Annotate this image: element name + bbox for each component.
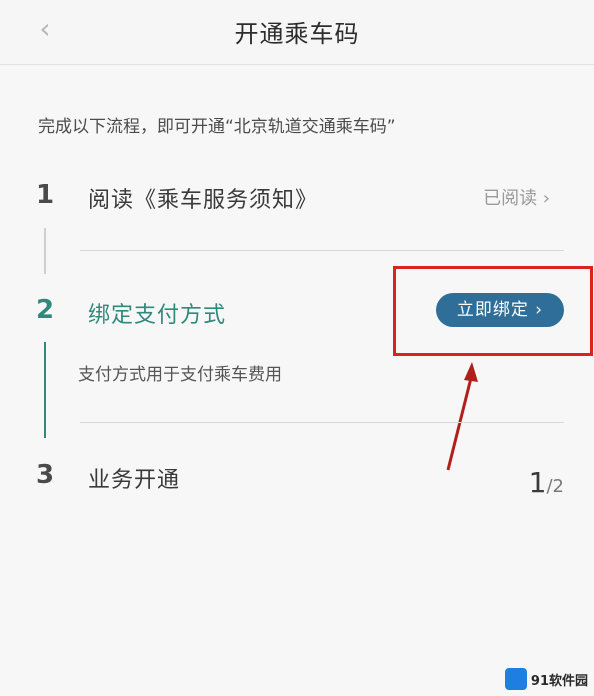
step-title: 绑定支付方式 (88, 303, 227, 328)
read-status-link[interactable]: 已阅读 › (483, 184, 550, 210)
annotation-highlight-box (393, 266, 593, 356)
divider (80, 422, 564, 423)
intro-text: 完成以下流程，即可开通“北京轨道交通乘车码” (38, 117, 396, 137)
watermark: 91软件园 (504, 668, 588, 690)
step-connector-active (44, 342, 46, 438)
page-title: 开通乘车码 (234, 20, 360, 48)
step-number: 1 (36, 180, 55, 210)
step-description: 支付方式用于支付乘车费用 (78, 365, 282, 385)
progress-current: 1 (528, 466, 547, 499)
step-connector (44, 228, 46, 274)
annotation-arrow (446, 362, 478, 471)
watermark-text: 91软件园 (530, 673, 588, 689)
progress-total: /2 (546, 476, 564, 497)
step-title: 业务开通 (88, 468, 181, 493)
site-logo-icon (504, 668, 527, 690)
step-title[interactable]: 阅读《乘车服务须知》 (88, 182, 318, 214)
step-number: 2 (36, 295, 55, 325)
step-progress: 1/2 (529, 466, 564, 499)
header-bar: ‹ 开通乘车码 (0, 0, 594, 65)
divider (80, 250, 564, 251)
step-number: 3 (36, 460, 55, 490)
